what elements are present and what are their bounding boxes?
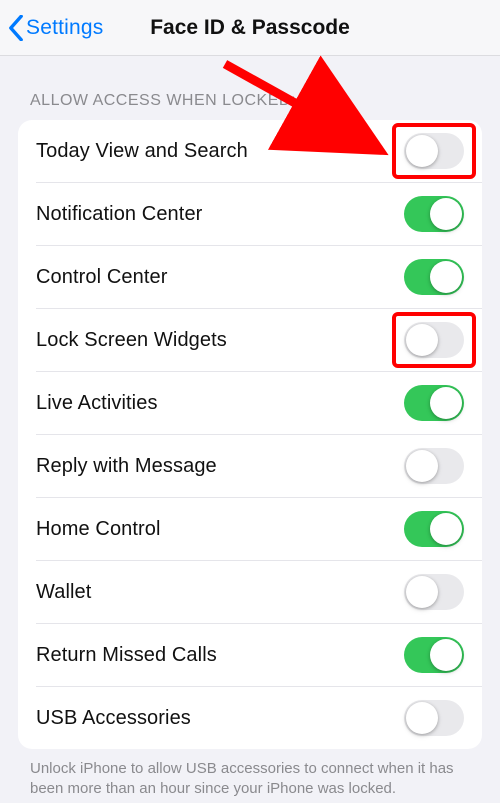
settings-group: Today View and Search Notification Center… — [18, 120, 482, 749]
toggle-knob — [430, 261, 462, 293]
toggle-notification-center[interactable] — [404, 196, 464, 232]
row-live-activities: Live Activities — [36, 371, 482, 434]
toggle-wallet[interactable] — [404, 574, 464, 610]
row-notification-center: Notification Center — [36, 182, 482, 245]
row-label: Return Missed Calls — [36, 644, 217, 667]
row-lock-screen-widgets: Lock Screen Widgets — [36, 308, 482, 371]
toggle-control-center[interactable] — [404, 259, 464, 295]
row-label: USB Accessories — [36, 707, 191, 730]
back-button[interactable]: Settings — [8, 0, 103, 55]
row-label: Control Center — [36, 266, 167, 289]
row-reply-with-message: Reply with Message — [36, 434, 482, 497]
toggle-knob — [406, 450, 438, 482]
toggle-live-activities[interactable] — [404, 385, 464, 421]
row-usb-accessories: USB Accessories — [36, 686, 482, 749]
toggle-knob — [430, 639, 462, 671]
row-today-view-and-search: Today View and Search — [18, 120, 482, 182]
chevron-left-icon — [8, 15, 24, 41]
row-wallet: Wallet — [36, 560, 482, 623]
row-control-center: Control Center — [36, 245, 482, 308]
row-return-missed-calls: Return Missed Calls — [36, 623, 482, 686]
row-label: Wallet — [36, 581, 91, 604]
toggle-lock-screen-widgets[interactable] — [404, 322, 464, 358]
toggle-knob — [406, 576, 438, 608]
back-label: Settings — [26, 16, 103, 40]
toggle-knob — [406, 135, 438, 167]
nav-bar: Settings Face ID & Passcode — [0, 0, 500, 56]
toggle-knob — [406, 702, 438, 734]
toggle-knob — [430, 513, 462, 545]
toggle-return-missed-calls[interactable] — [404, 637, 464, 673]
section-footer: Unlock iPhone to allow USB accessories t… — [0, 749, 500, 800]
section-header: ALLOW ACCESS WHEN LOCKED: — [0, 56, 500, 120]
toggle-knob — [430, 198, 462, 230]
row-label: Lock Screen Widgets — [36, 329, 227, 352]
toggle-reply-with-message[interactable] — [404, 448, 464, 484]
toggle-home-control[interactable] — [404, 511, 464, 547]
row-home-control: Home Control — [36, 497, 482, 560]
row-label: Live Activities — [36, 392, 158, 415]
row-label: Reply with Message — [36, 455, 217, 478]
row-label: Today View and Search — [36, 140, 248, 163]
toggle-today-view-and-search[interactable] — [404, 133, 464, 169]
row-label: Notification Center — [36, 203, 202, 226]
row-label: Home Control — [36, 518, 161, 541]
toggle-usb-accessories[interactable] — [404, 700, 464, 736]
toggle-knob — [406, 324, 438, 356]
toggle-knob — [430, 387, 462, 419]
